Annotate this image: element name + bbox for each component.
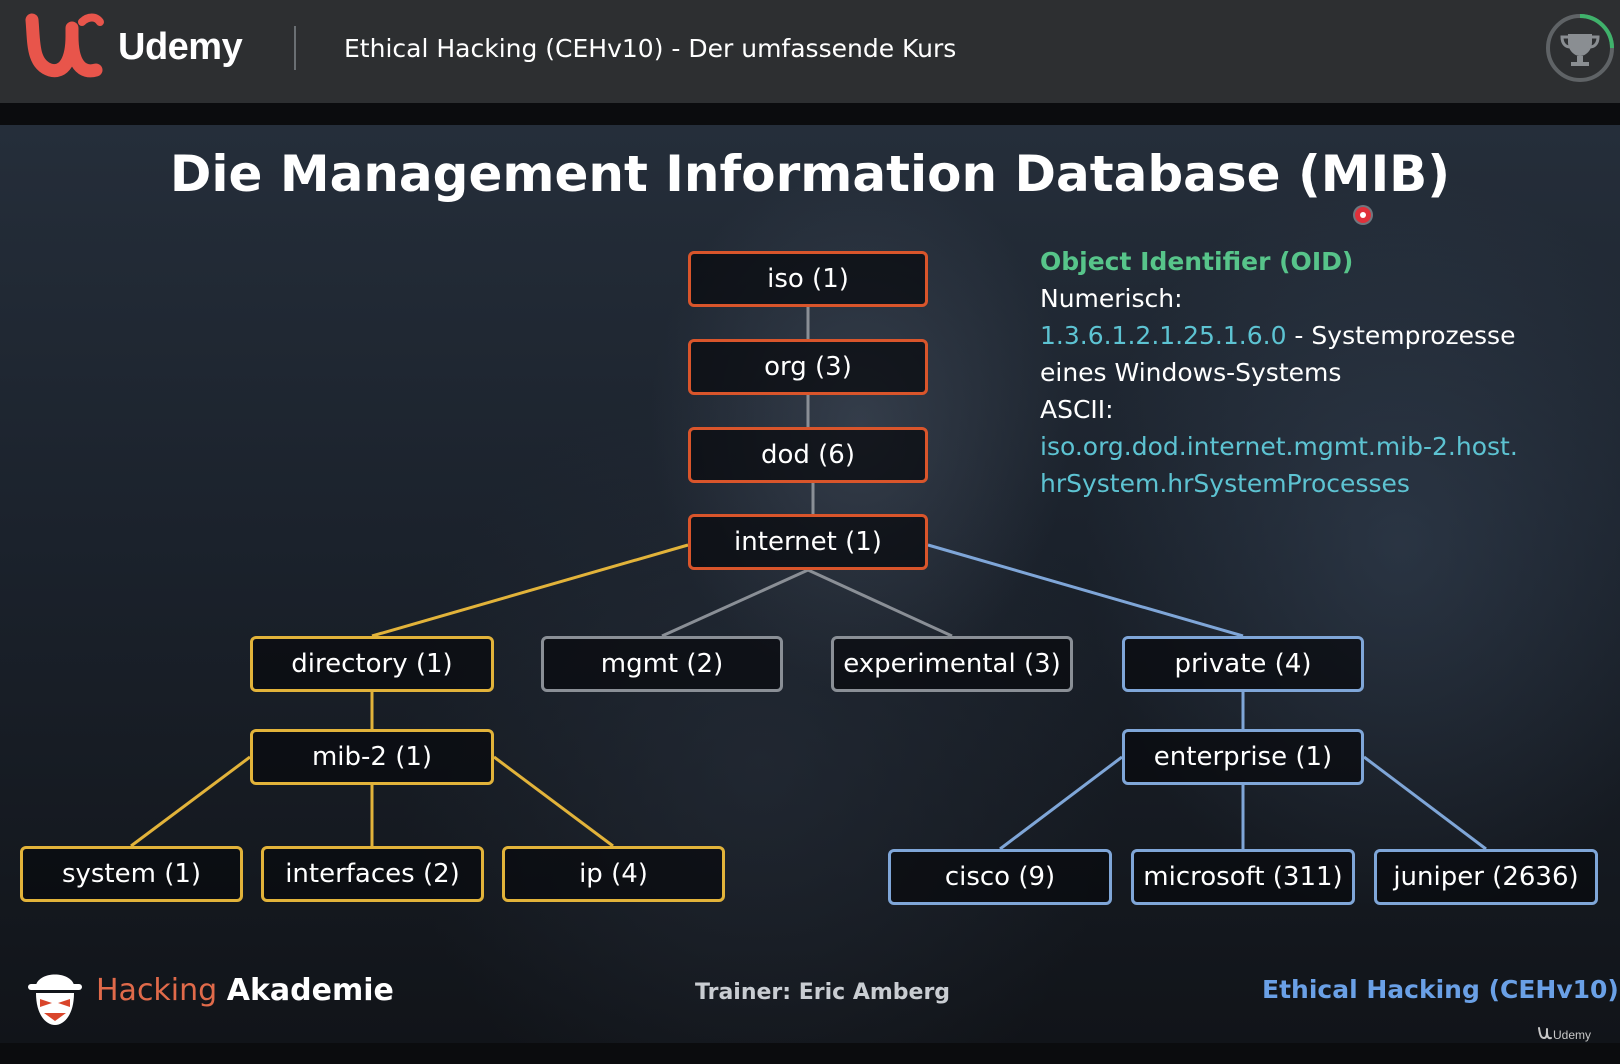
brand-part1: Hacking <box>96 973 218 1008</box>
oid-numeric-label: Numerisch: <box>1040 284 1183 313</box>
node-mgmt: mgmt (2) <box>541 636 783 692</box>
node-directory: directory (1) <box>250 636 494 692</box>
udemy-brand[interactable]: Udemy <box>118 26 243 69</box>
node-iso: iso (1) <box>688 251 928 307</box>
node-dod: dod (6) <box>688 427 928 483</box>
course-tag: Ethical Hacking (CEHv10) <box>1262 975 1619 1004</box>
header-divider <box>294 26 296 70</box>
udemy-watermark-icon <box>1537 1025 1553 1043</box>
video-stage[interactable]: Die Management Information Database (MIB… <box>0 103 1620 1064</box>
course-title[interactable]: Ethical Hacking (CEHv10) - Der umfassend… <box>344 34 956 63</box>
oid-ascii-label: ASCII: <box>1040 395 1114 424</box>
node-interfaces: interfaces (2) <box>261 846 484 902</box>
node-microsoft: microsoft (311) <box>1131 849 1355 905</box>
node-org: org (3) <box>688 339 928 395</box>
node-internet: internet (1) <box>688 514 928 570</box>
oid-numeric-desc-1: Systemprozesse <box>1311 321 1516 350</box>
oid-heading: Object Identifier (OID) <box>1040 247 1354 276</box>
udemy-watermark: Udemy <box>1553 1028 1592 1042</box>
hacker-mask-icon <box>22 965 88 1035</box>
node-private: private (4) <box>1122 636 1364 692</box>
node-experimental: experimental (3) <box>831 636 1073 692</box>
trainer-name: Trainer: Eric Amberg <box>695 980 951 1005</box>
oid-info: Object Identifier (OID) Numerisch: 1.3.6… <box>1040 243 1518 502</box>
oid-numeric-value: 1.3.6.1.2.1.25.1.6.0 <box>1040 321 1287 350</box>
node-ip: ip (4) <box>502 846 725 902</box>
udemy-logo-icon[interactable] <box>24 12 110 86</box>
node-juniper: juniper (2636) <box>1374 849 1598 905</box>
oid-ascii-value-2: hrSystem.hrSystemProcesses <box>1040 469 1410 498</box>
node-system: system (1) <box>20 846 243 902</box>
brand-part2: Akademie <box>226 973 394 1008</box>
oid-ascii-value-1: iso.org.dod.internet.mgmt.mib-2.host. <box>1040 432 1518 461</box>
top-bar: Udemy Ethical Hacking (CEHv10) - Der umf… <box>0 0 1620 103</box>
oid-numeric-sep: - <box>1286 321 1312 350</box>
node-enterprise: enterprise (1) <box>1122 729 1364 785</box>
trophy-icon[interactable] <box>1544 12 1616 84</box>
oid-numeric-line: 1.3.6.1.2.1.25.1.6.0 - Systemprozesse <box>1040 317 1518 354</box>
oid-numeric-desc-2: eines Windows-Systems <box>1040 358 1342 387</box>
node-mib2: mib-2 (1) <box>250 729 494 785</box>
lecture-slide: Die Management Information Database (MIB… <box>0 125 1620 1043</box>
node-cisco: cisco (9) <box>888 849 1112 905</box>
hacking-akademie-brand: Hacking Akademie <box>96 973 394 1008</box>
